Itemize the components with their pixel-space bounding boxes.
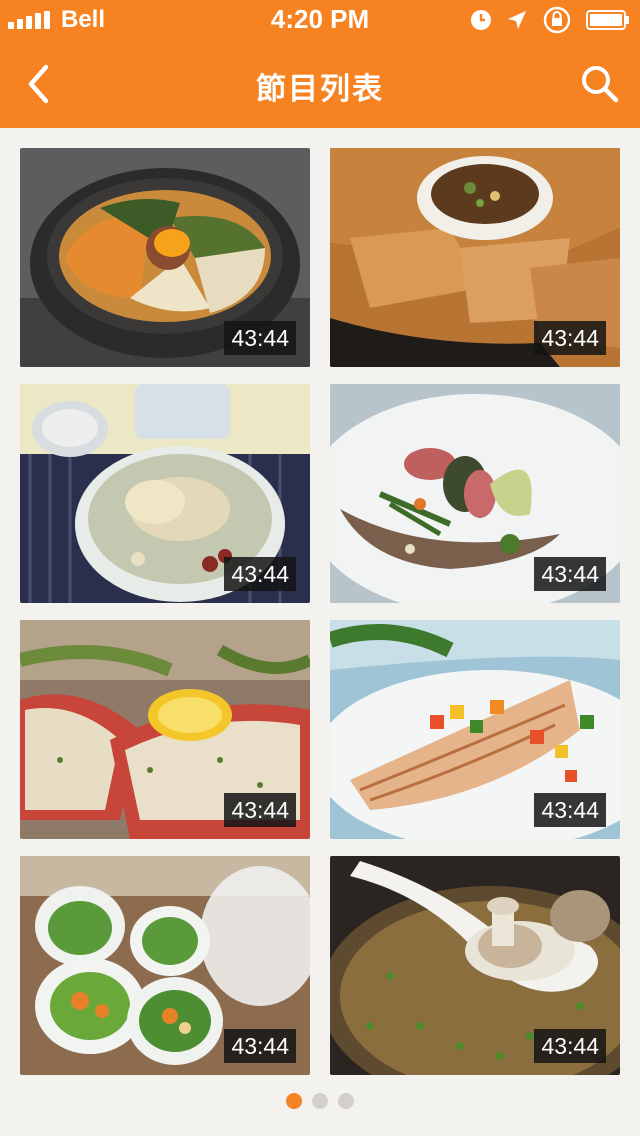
nav-bar: 節目列表 <box>0 40 640 128</box>
program-card-plated-lamb[interactable]: 43:44 <box>330 384 620 603</box>
battery-icon <box>586 9 630 31</box>
clock-icon <box>470 9 492 31</box>
duration-badge: 43:44 <box>534 1029 606 1063</box>
page-dot-2[interactable] <box>312 1093 328 1109</box>
duration-badge: 43:44 <box>224 793 296 827</box>
location-arrow-icon <box>506 9 528 31</box>
orientation-lock-icon <box>542 5 572 35</box>
program-card-spring-rolls[interactable]: 43:44 <box>20 856 310 1075</box>
page-dot-3[interactable] <box>338 1093 354 1109</box>
duration-badge: 43:44 <box>534 557 606 591</box>
program-card-bone-soup[interactable]: 43:44 <box>330 856 620 1075</box>
status-right <box>456 6 630 34</box>
duration-badge: 43:44 <box>534 321 606 355</box>
page-title: 節目列表 <box>256 72 384 107</box>
duration-badge: 43:44 <box>534 793 606 827</box>
duration-badge: 43:44 <box>224 321 296 355</box>
status-bar: Bell 4:20 PM <box>0 0 640 40</box>
search-icon <box>582 66 619 103</box>
program-card-ginseng-chicken-soup[interactable]: 43:44 <box>20 384 310 603</box>
search-button[interactable] <box>578 62 622 106</box>
duration-badge: 43:44 <box>224 557 296 591</box>
page-indicator[interactable] <box>0 1093 640 1109</box>
program-card-grilled-fish[interactable]: 43:44 <box>330 620 620 839</box>
program-card-grilled-lobster[interactable]: 43:44 <box>20 620 310 839</box>
duration-badge: 43:44 <box>224 1029 296 1063</box>
page-dot-1[interactable] <box>286 1093 302 1109</box>
program-card-seafood-pancake[interactable]: 43:44 <box>330 148 620 367</box>
program-card-bibimbap[interactable]: 43:44 <box>20 148 310 367</box>
